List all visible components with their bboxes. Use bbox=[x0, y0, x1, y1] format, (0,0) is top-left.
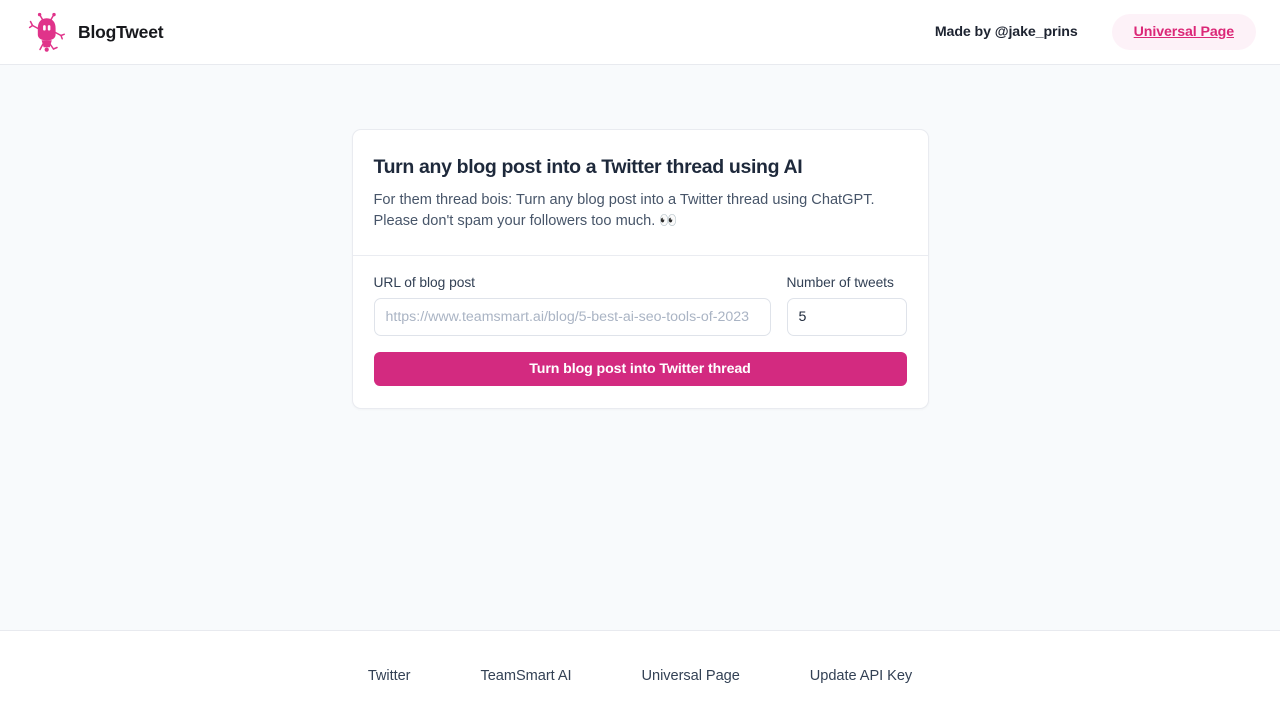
header-actions: Made by @jake_prins Universal Page bbox=[935, 14, 1256, 50]
url-field-label: URL of blog post bbox=[373, 275, 476, 290]
robot-mascot-icon bbox=[28, 12, 65, 52]
brand-name: BlogTweet bbox=[78, 21, 164, 42]
form-fields-row: URL of blog post Number of tweets bbox=[373, 275, 907, 336]
page-title: Turn any blog post into a Twitter thread… bbox=[373, 156, 803, 178]
footer-links: Twitter TeamSmart AI Universal Page Upda… bbox=[333, 668, 947, 684]
app-root: BlogTweet Made by @jake_prins Universal … bbox=[0, 0, 1280, 720]
footer-link-update-api-key[interactable]: Update API Key bbox=[775, 668, 947, 684]
made-by-label: Made by @jake_prins bbox=[934, 24, 1078, 40]
footer-link-teamsmart-ai[interactable]: TeamSmart AI bbox=[445, 668, 606, 684]
blog-url-input[interactable] bbox=[373, 298, 771, 336]
tweet-count-input[interactable] bbox=[786, 298, 907, 336]
site-header: BlogTweet Made by @jake_prins Universal … bbox=[0, 0, 1280, 65]
card-description: For them thread bois: Turn any blog post… bbox=[373, 192, 875, 229]
url-field-group: URL of blog post bbox=[373, 275, 771, 336]
generate-thread-button[interactable]: Turn blog post into Twitter thread bbox=[373, 352, 907, 386]
main-content: Turn any blog post into a Twitter thread… bbox=[0, 65, 1280, 631]
tweet-count-field-group: Number of tweets bbox=[786, 275, 907, 336]
card-header: Turn any blog post into a Twitter thread… bbox=[352, 130, 928, 256]
brand-home-link[interactable]: BlogTweet bbox=[28, 12, 164, 52]
footer-link-twitter[interactable]: Twitter bbox=[333, 668, 446, 684]
footer-link-universal-page[interactable]: Universal Page bbox=[607, 668, 775, 684]
thread-generator-card: Turn any blog post into a Twitter thread… bbox=[351, 129, 929, 409]
site-footer: Twitter TeamSmart AI Universal Page Upda… bbox=[0, 631, 1280, 720]
universal-page-badge-link[interactable]: Universal Page bbox=[1111, 14, 1256, 50]
tweet-count-label: Number of tweets bbox=[786, 275, 894, 290]
card-body: URL of blog post Number of tweets Turn b… bbox=[353, 256, 928, 408]
